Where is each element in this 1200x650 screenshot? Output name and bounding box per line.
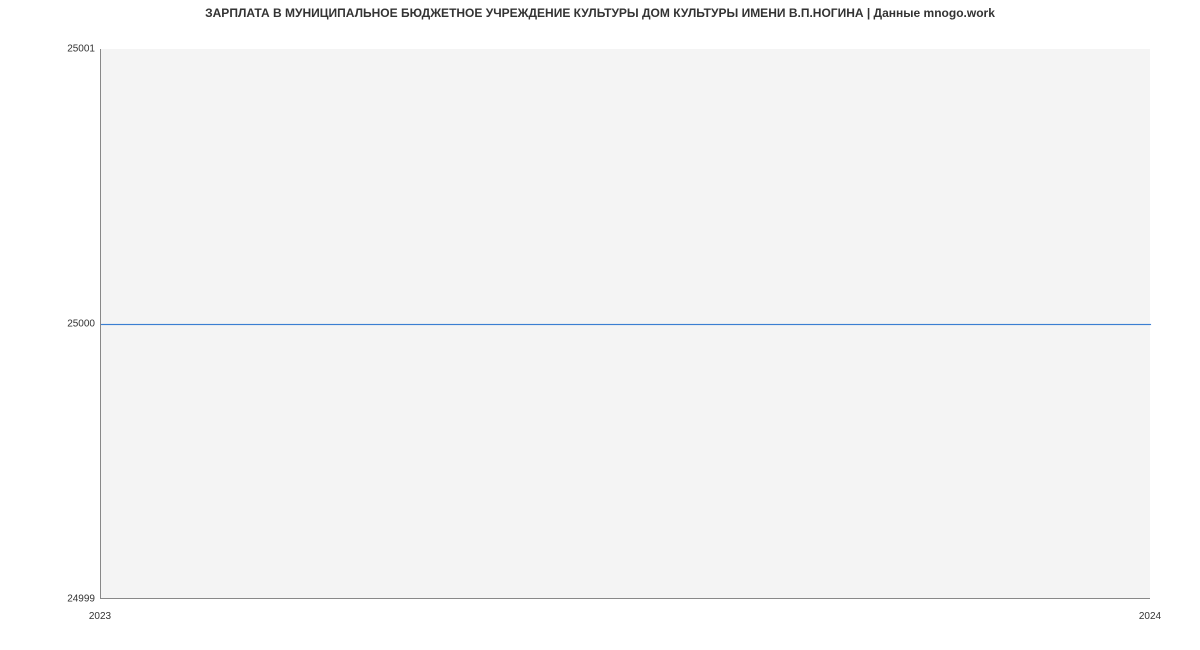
data-series-line [101,324,1151,325]
y-axis-tick: 25000 [0,319,95,330]
y-axis-tick: 25001 [0,44,95,55]
y-axis-tick: 24999 [0,594,95,605]
chart-title: ЗАРПЛАТА В МУНИЦИПАЛЬНОЕ БЮДЖЕТНОЕ УЧРЕЖ… [0,6,1200,20]
plot-area [100,49,1150,599]
x-axis-tick: 2023 [89,611,111,622]
x-axis-tick: 2024 [1139,611,1161,622]
chart-container: ЗАРПЛАТА В МУНИЦИПАЛЬНОЕ БЮДЖЕТНОЕ УЧРЕЖ… [0,0,1200,650]
